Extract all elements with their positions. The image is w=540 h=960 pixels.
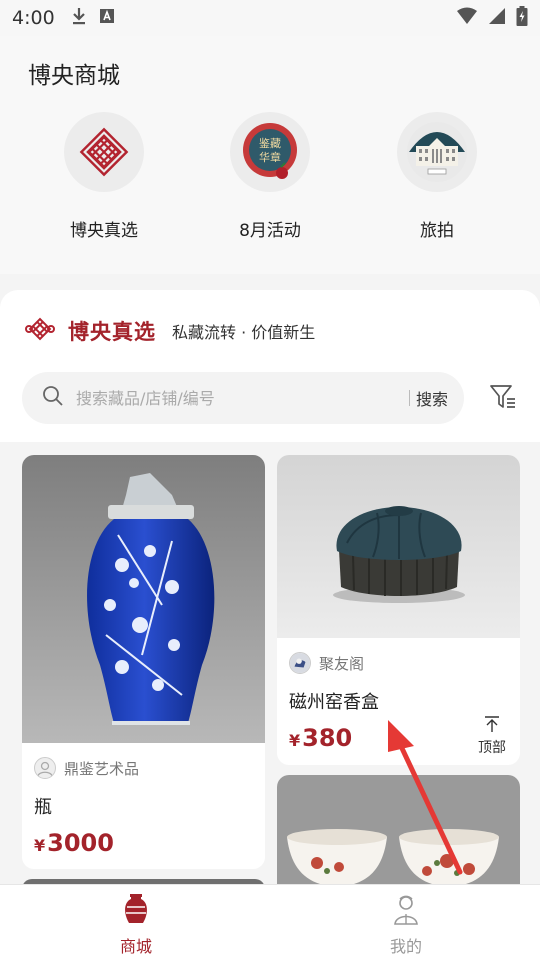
page-title: 博央商城 bbox=[28, 63, 120, 89]
svg-text:华章: 华章 bbox=[259, 150, 281, 164]
product-name: 瓶 bbox=[34, 797, 52, 818]
header-card: 博央商城 博央真选 鉴藏 华章 8月活动 旅拍 bbox=[0, 36, 540, 274]
product-card[interactable]: 聚友阁 磁州窑香盒 ¥380 顶部 bbox=[277, 455, 520, 765]
category-label: 旅拍 bbox=[420, 221, 454, 241]
back-to-top-button[interactable]: 顶部 bbox=[478, 715, 506, 757]
section-title: 博央真选 bbox=[68, 320, 156, 344]
section-header: 博央真选 私藏流转 · 价值新生 bbox=[24, 316, 315, 346]
product-card[interactable] bbox=[277, 775, 520, 884]
search-box[interactable]: 搜索 bbox=[22, 372, 464, 424]
shop-row[interactable]: 聚友阁 bbox=[277, 638, 520, 674]
section-card: 博央真选 私藏流转 · 价值新生 搜索 bbox=[0, 290, 540, 442]
battery-charging-icon bbox=[516, 6, 528, 30]
search-divider bbox=[408, 390, 410, 406]
svg-text:鉴藏: 鉴藏 bbox=[259, 137, 281, 150]
product-grid: 鼎鉴艺术品 瓶 ¥3000 聚友阁 磁州窑香盒 ¥380 顶部 bbox=[0, 442, 540, 884]
currency-symbol: ¥ bbox=[289, 731, 301, 750]
shop-avatar bbox=[289, 652, 311, 674]
keyboard-a-icon bbox=[99, 8, 115, 28]
product-card[interactable]: 鼎鉴艺术品 瓶 ¥3000 bbox=[22, 455, 265, 869]
endless-knot-icon bbox=[64, 112, 144, 192]
tab-mine[interactable]: 我的 bbox=[346, 893, 466, 957]
tab-label: 商城 bbox=[119, 937, 152, 956]
filter-icon[interactable] bbox=[488, 382, 518, 412]
product-price: ¥3000 bbox=[22, 819, 265, 857]
signal-icon bbox=[488, 7, 506, 29]
event-seal-icon: 鉴藏 华章 bbox=[230, 112, 310, 192]
product-image-vase bbox=[22, 455, 265, 743]
shop-row[interactable]: 鼎鉴艺术品 bbox=[22, 743, 265, 779]
product-image-incense-box bbox=[277, 455, 520, 638]
status-bar: 4:00 bbox=[0, 0, 540, 36]
museum-building-icon bbox=[397, 112, 477, 192]
search-icon bbox=[42, 385, 64, 411]
shop-name: 鼎鉴艺术品 bbox=[64, 759, 140, 778]
category-label: 8月活动 bbox=[239, 221, 301, 241]
endless-knot-small-icon bbox=[24, 316, 56, 346]
back-to-top-label: 顶部 bbox=[478, 740, 506, 756]
search-input[interactable] bbox=[76, 388, 409, 408]
shop-name: 聚友阁 bbox=[319, 654, 365, 673]
category-label: 博央真选 bbox=[70, 221, 138, 241]
tab-mall[interactable]: 商城 bbox=[76, 893, 196, 957]
shop-avatar bbox=[34, 757, 56, 779]
price-value: 3000 bbox=[47, 829, 114, 857]
arrow-up-icon bbox=[485, 716, 499, 732]
price-value: 380 bbox=[302, 724, 353, 752]
category-boyang-select[interactable]: 博央真选 bbox=[39, 112, 169, 241]
section-slogan: 私藏流转 · 价值新生 bbox=[172, 323, 316, 342]
product-image-porcelain-cups bbox=[277, 775, 520, 884]
search-button[interactable]: 搜索 bbox=[416, 386, 448, 410]
download-icon bbox=[71, 7, 87, 29]
vase-icon bbox=[125, 894, 147, 923]
currency-symbol: ¥ bbox=[34, 836, 46, 855]
tab-bar: 商城 我的 bbox=[0, 884, 540, 960]
product-name: 磁州窑香盒 bbox=[289, 692, 379, 713]
status-time: 4:00 bbox=[12, 7, 55, 29]
person-icon bbox=[394, 895, 418, 925]
category-travel-photo[interactable]: 旅拍 bbox=[372, 112, 502, 241]
tab-label: 我的 bbox=[389, 937, 422, 956]
category-august-event[interactable]: 鉴藏 华章 8月活动 bbox=[205, 112, 335, 241]
wifi-icon bbox=[456, 7, 478, 29]
